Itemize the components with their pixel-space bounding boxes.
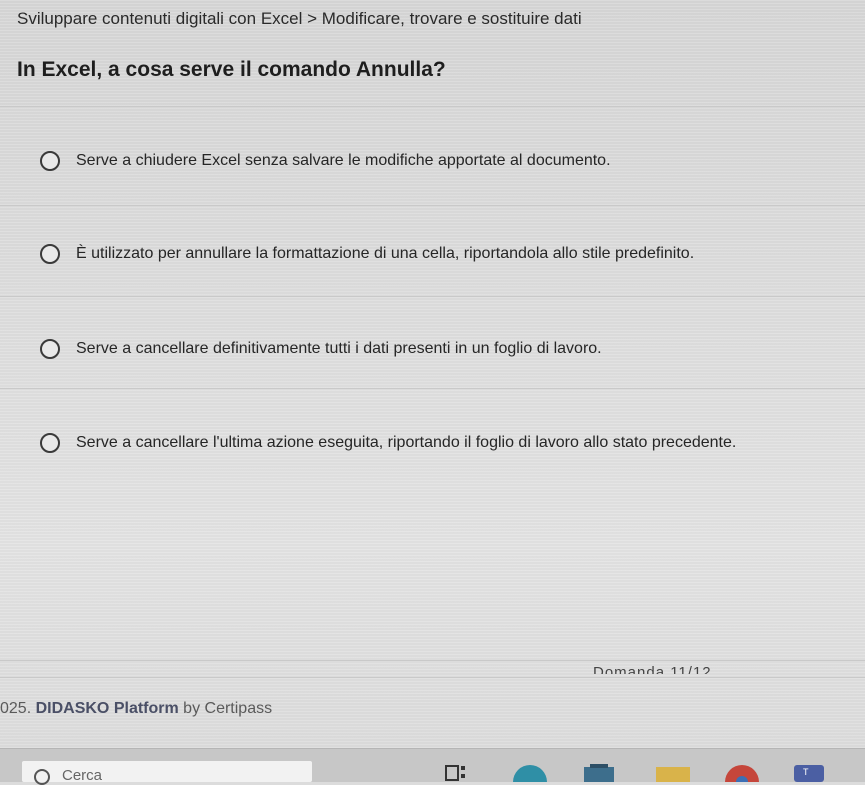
divider	[0, 388, 865, 389]
edge-icon[interactable]	[513, 763, 547, 782]
divider	[0, 106, 865, 107]
search-placeholder: Cerca	[62, 767, 103, 784]
divider	[0, 205, 865, 206]
search-icon	[34, 769, 50, 785]
question-counter: Domanda 11/12	[593, 665, 712, 674]
radio-button[interactable]	[40, 151, 60, 171]
task-view-icon[interactable]	[445, 763, 467, 782]
footer-brand[interactable]: DIDASKO Platform	[36, 700, 179, 717]
footer-year: 025.	[0, 700, 36, 717]
footer-by: by Certipass	[178, 700, 273, 717]
footer: 025. DIDASKO Platform by Certipass	[0, 700, 272, 718]
divider	[0, 296, 865, 297]
answer-option-label: Serve a cancellare definitivamente tutti…	[76, 340, 602, 357]
file-explorer-icon[interactable]	[655, 763, 691, 782]
answer-option-1[interactable]: Serve a chiudere Excel senza salvare le …	[40, 151, 611, 171]
breadcrumb: Sviluppare contenuti digitali con Excel …	[17, 9, 582, 28]
divider	[0, 660, 865, 661]
taskbar: Cerca T	[0, 748, 865, 785]
question-title: In Excel, a cosa serve il comando Annull…	[17, 58, 446, 81]
divider	[0, 677, 865, 678]
store-icon[interactable]	[582, 763, 616, 782]
svg-text:T: T	[803, 767, 809, 777]
radio-button[interactable]	[40, 339, 60, 359]
chrome-icon[interactable]	[725, 763, 759, 782]
radio-button[interactable]	[40, 244, 60, 264]
answer-option-3[interactable]: Serve a cancellare definitivamente tutti…	[40, 339, 602, 359]
answer-option-label: Serve a chiudere Excel senza salvare le …	[76, 152, 611, 169]
answer-option-label: Serve a cancellare l'ultima azione esegu…	[76, 434, 737, 451]
screen: Sviluppare contenuti digitali con Excel …	[0, 0, 865, 785]
taskbar-search[interactable]: Cerca	[22, 761, 312, 785]
radio-button[interactable]	[40, 433, 60, 453]
teams-icon[interactable]: T	[792, 763, 826, 782]
answer-option-4[interactable]: Serve a cancellare l'ultima azione esegu…	[40, 433, 736, 453]
answer-option-2[interactable]: È utilizzato per annullare la formattazi…	[40, 244, 694, 264]
answer-option-label: È utilizzato per annullare la formattazi…	[76, 245, 695, 262]
